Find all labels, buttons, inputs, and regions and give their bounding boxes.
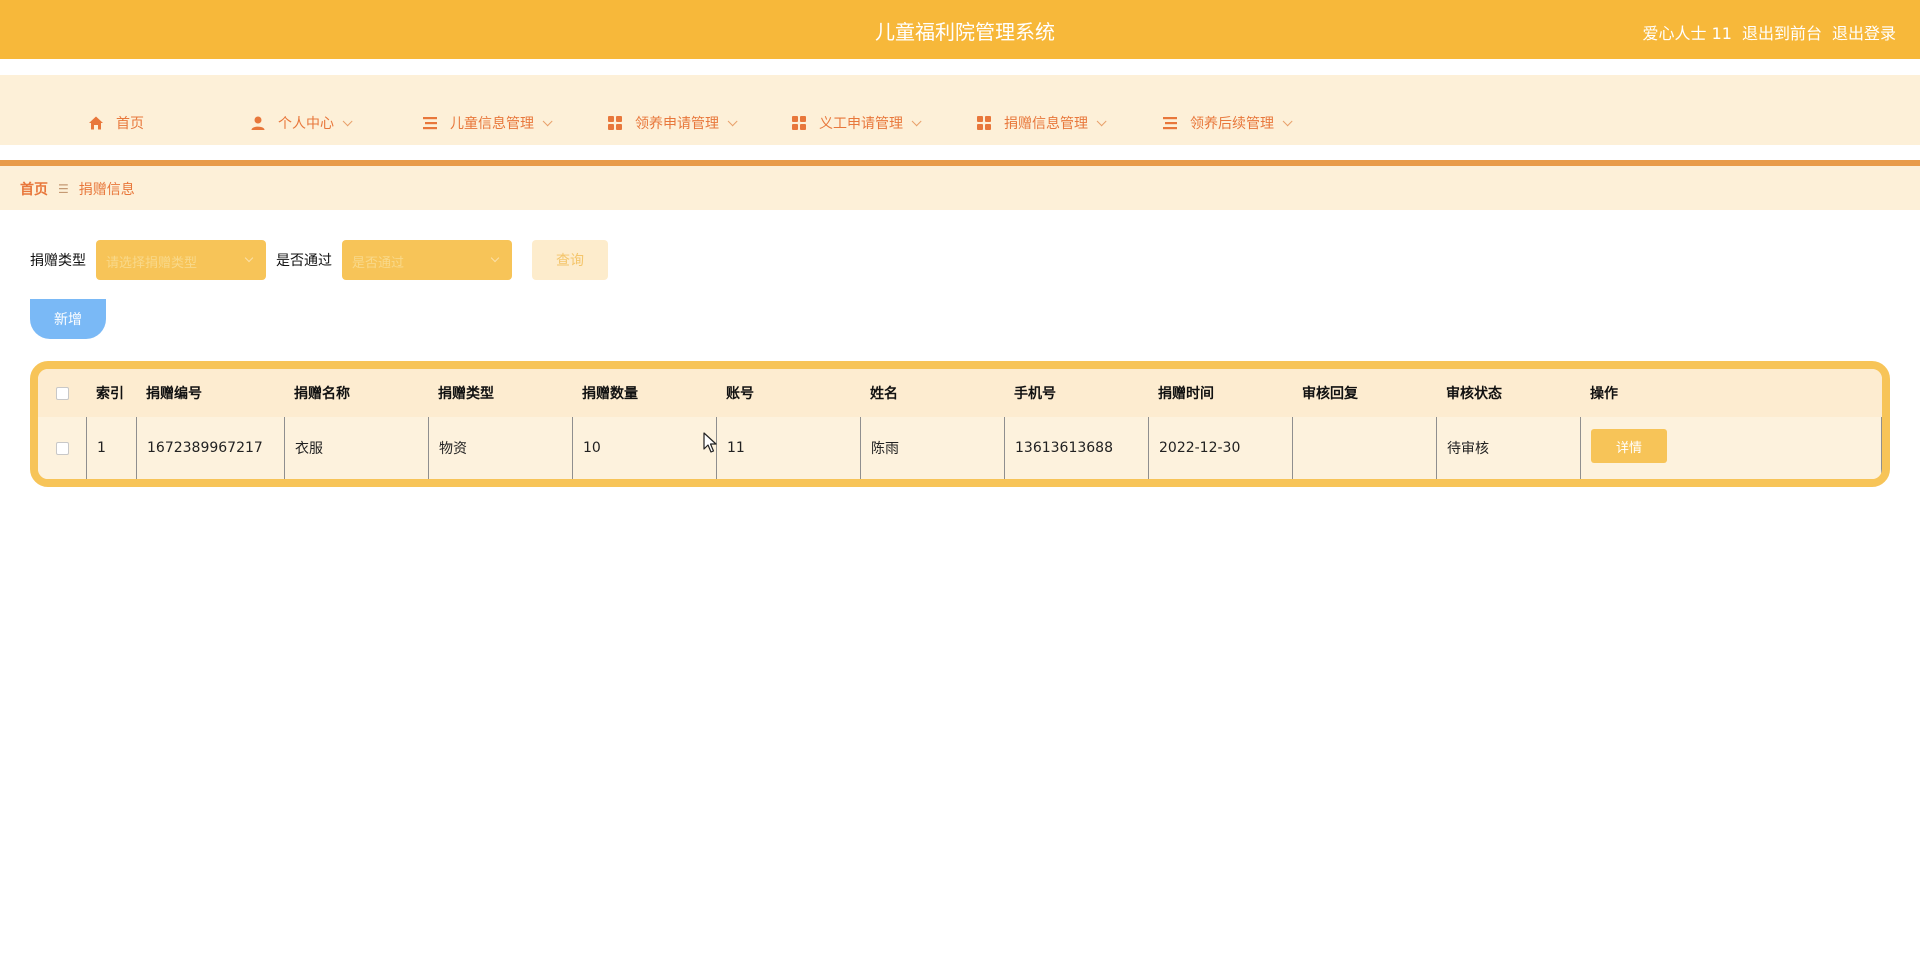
row-checkbox[interactable] xyxy=(55,441,69,455)
breadcrumb-bar: 首页 ☰ 捐赠信息 xyxy=(0,166,1920,210)
cell-index: 1 xyxy=(86,417,136,479)
pass-status-label: 是否通过 xyxy=(276,253,332,269)
table-header: 索引 捐赠编号 捐赠名称 捐赠类型 捐赠数量 账号 姓名 手机号 捐赠时间 审核… xyxy=(38,369,1882,417)
logout-link[interactable]: 退出登录 xyxy=(1832,20,1896,44)
chevron-down-icon xyxy=(1096,115,1107,126)
breadcrumb-home[interactable]: 首页 xyxy=(20,179,48,199)
nav-item-label: 首页 xyxy=(116,116,144,132)
column-header[interactable]: 姓名 xyxy=(860,369,1004,417)
nav-item-adoption-apply[interactable]: 领养申请管理 xyxy=(607,111,738,135)
donation-table: 索引 捐赠编号 捐赠名称 捐赠类型 捐赠数量 账号 姓名 手机号 捐赠时间 审核… xyxy=(30,361,1890,487)
search-form: 捐赠类型 请选择捐赠类型 是否通过 是否通过 查询 xyxy=(30,240,608,280)
select-all-checkbox[interactable] xyxy=(55,386,69,400)
pass-status-placeholder: 是否通过 xyxy=(352,256,405,271)
chevron-down-icon xyxy=(911,115,922,126)
main-nav: 首页 个人中心 儿童信息管理 领养申请管理 义工申请管理 捐赠信息管理 领养后续… xyxy=(0,75,1920,145)
chevron-down-icon xyxy=(244,253,254,263)
column-header[interactable]: 捐赠数量 xyxy=(572,369,716,417)
nav-item-child-info[interactable]: 儿童信息管理 xyxy=(422,111,553,135)
breadcrumb-separator-icon: ☰ xyxy=(58,182,69,196)
list-icon xyxy=(423,117,437,130)
column-header[interactable]: 账号 xyxy=(716,369,860,417)
nav-item-personal-center[interactable]: 个人中心 xyxy=(250,111,353,135)
table-row[interactable]: 1 1672389967217 衣服 物资 10 11 陈雨 136136136… xyxy=(38,417,1882,479)
home-icon xyxy=(89,116,103,130)
cell-donation-time: 2022-12-30 xyxy=(1148,417,1292,479)
cell-review-status: 待审核 xyxy=(1436,417,1580,479)
breadcrumb: 首页 ☰ 捐赠信息 xyxy=(20,179,135,199)
column-header[interactable]: 捐赠类型 xyxy=(428,369,572,417)
donation-type-select[interactable]: 请选择捐赠类型 xyxy=(96,240,266,280)
nav-item-label: 儿童信息管理 xyxy=(450,116,534,132)
nav-item-label: 领养后续管理 xyxy=(1190,116,1274,132)
list-icon xyxy=(1163,117,1177,130)
cell-donation-quantity: 10 xyxy=(572,417,716,479)
chevron-down-icon xyxy=(1282,115,1293,126)
nav-item-volunteer-apply[interactable]: 义工申请管理 xyxy=(791,111,922,135)
cell-account: 11 xyxy=(716,417,860,479)
nav-item-label: 义工申请管理 xyxy=(819,116,903,132)
column-header[interactable]: 索引 xyxy=(86,369,136,417)
nav-item-home[interactable]: 首页 xyxy=(88,111,144,135)
column-header[interactable]: 审核状态 xyxy=(1436,369,1580,417)
grid-icon xyxy=(977,116,991,130)
pass-status-select[interactable]: 是否通过 xyxy=(342,240,512,280)
user-name: 爱心人士 11 xyxy=(1642,24,1732,43)
column-header: 操作 xyxy=(1590,386,1618,402)
breadcrumb-current: 捐赠信息 xyxy=(78,182,135,198)
add-button[interactable]: 新增 xyxy=(30,299,106,339)
cell-donation-name: 衣服 xyxy=(284,417,428,479)
donation-type-placeholder: 请选择捐赠类型 xyxy=(106,256,198,271)
cell-person-name: 陈雨 xyxy=(860,417,1004,479)
cell-actions: 详情 xyxy=(1580,417,1882,479)
mouse-cursor-icon xyxy=(703,432,717,453)
grid-icon xyxy=(792,116,806,130)
row-select-cell xyxy=(38,417,86,479)
column-header[interactable]: 审核回复 xyxy=(1292,369,1436,417)
select-all-cell xyxy=(38,369,86,417)
grid-icon xyxy=(608,116,622,130)
donation-type-label: 捐赠类型 xyxy=(30,253,86,269)
column-header[interactable]: 捐赠编号 xyxy=(136,369,284,417)
query-button[interactable]: 查询 xyxy=(532,240,608,280)
chevron-down-icon xyxy=(542,115,553,126)
cell-review-reply xyxy=(1292,417,1436,479)
column-header[interactable]: 捐赠时间 xyxy=(1148,369,1292,417)
nav-item-adoption-followup[interactable]: 领养后续管理 xyxy=(1162,111,1293,135)
user-area: 爱心人士 11 退出到前台 退出登录 xyxy=(1643,20,1896,44)
cell-donation-code: 1672389967217 xyxy=(136,417,284,479)
back-to-front-link[interactable]: 退出到前台 xyxy=(1742,20,1822,44)
chevron-down-icon xyxy=(727,115,738,126)
column-header[interactable]: 捐赠名称 xyxy=(284,369,428,417)
nav-item-label: 捐赠信息管理 xyxy=(1004,116,1088,132)
nav-item-label: 领养申请管理 xyxy=(635,116,719,132)
cell-phone: 13613613688 xyxy=(1004,417,1148,479)
detail-button[interactable]: 详情 xyxy=(1591,429,1667,463)
app-title: 儿童福利院管理系统 xyxy=(875,20,1055,44)
nav-item-donation-info[interactable]: 捐赠信息管理 xyxy=(976,111,1107,135)
nav-item-label: 个人中心 xyxy=(278,116,334,132)
user-icon xyxy=(251,116,265,130)
cell-donation-type: 物资 xyxy=(428,417,572,479)
column-header[interactable]: 手机号 xyxy=(1004,369,1148,417)
chevron-down-icon xyxy=(342,115,353,126)
chevron-down-icon xyxy=(490,253,500,263)
top-header: 儿童福利院管理系统 爱心人士 11 退出到前台 退出登录 xyxy=(0,0,1920,59)
